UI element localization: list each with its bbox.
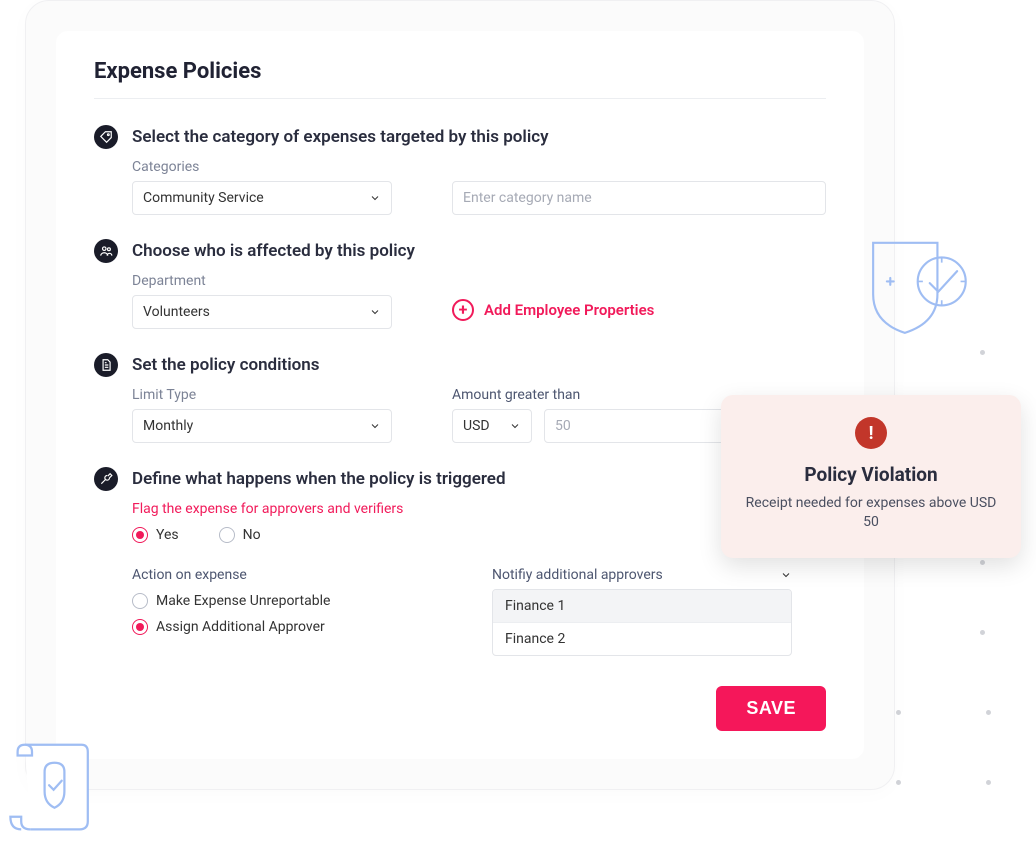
flag-no-radio[interactable]: No [219, 527, 261, 543]
radio-icon [219, 527, 235, 543]
people-icon [94, 239, 118, 263]
warning-icon: ! [855, 417, 887, 449]
radio-icon [132, 593, 148, 609]
section-conditions: Set the policy conditions Limit Type Mon… [94, 355, 826, 443]
wrench-icon [94, 467, 118, 491]
action-label: Action on expense [132, 567, 432, 583]
section-title: Set the policy conditions [132, 355, 826, 375]
currency-dropdown[interactable]: USD [452, 409, 532, 443]
limit-type-label: Limit Type [132, 387, 392, 403]
tag-icon [94, 125, 118, 149]
section-actions: Define what happens when the policy is t… [94, 469, 826, 656]
save-bar: SAVE [94, 686, 826, 731]
categories-label: Categories [132, 159, 392, 175]
department-value: Volunteers [143, 304, 210, 320]
flag-yes-label: Yes [156, 527, 179, 543]
page-title: Expense Policies [94, 59, 826, 84]
action-assign-label: Assign Additional Approver [156, 619, 325, 635]
chevron-down-icon [369, 192, 381, 204]
toast-title: Policy Violation [743, 463, 999, 486]
document-icon [94, 353, 118, 377]
divider [94, 98, 826, 99]
categories-value: Community Service [143, 190, 264, 206]
section-category: Select the category of expenses targeted… [94, 127, 826, 215]
department-label: Department [132, 273, 392, 289]
decorative-dots [896, 710, 996, 790]
radio-selected-icon [132, 527, 148, 543]
chevron-down-icon [509, 420, 521, 432]
chevron-down-icon [369, 420, 381, 432]
section-affected: Choose who is affected by this policy De… [94, 241, 826, 329]
approver-list: Finance 1 Finance 2 [492, 589, 792, 656]
plus-icon: + [452, 299, 474, 321]
policy-violation-toast: ! Policy Violation Receipt needed for ex… [721, 395, 1021, 558]
section-title: Select the category of expenses targeted… [132, 127, 826, 147]
chevron-down-icon [780, 569, 792, 581]
add-employee-label: Add Employee Properties [484, 301, 654, 319]
limit-type-value: Monthly [143, 418, 193, 434]
approver-option[interactable]: Finance 1 [493, 590, 791, 622]
category-name-placeholder: Enter category name [463, 190, 592, 206]
flag-no-label: No [243, 527, 261, 543]
add-employee-properties-button[interactable]: + Add Employee Properties [452, 299, 826, 321]
approver-option[interactable]: Finance 2 [493, 622, 791, 655]
amount-placeholder: 50 [555, 418, 571, 434]
save-button[interactable]: SAVE [716, 686, 826, 731]
section-title: Choose who is affected by this policy [132, 241, 826, 261]
action-assign-radio[interactable]: Assign Additional Approver [132, 619, 432, 635]
categories-dropdown[interactable]: Community Service [132, 181, 392, 215]
shield-decoration-icon [856, 230, 976, 350]
department-dropdown[interactable]: Volunteers [132, 295, 392, 329]
chevron-down-icon [369, 306, 381, 318]
limit-type-dropdown[interactable]: Monthly [132, 409, 392, 443]
currency-value: USD [463, 418, 490, 434]
radio-selected-icon [132, 619, 148, 635]
action-unreportable-label: Make Expense Unreportable [156, 593, 330, 609]
toast-message: Receipt needed for expenses above USD 50 [743, 494, 999, 532]
notify-approvers-dropdown[interactable]: Notifiy additional approvers [492, 567, 792, 583]
notify-label: Notifiy additional approvers [492, 567, 663, 583]
category-name-input[interactable]: Enter category name [452, 181, 826, 215]
scroll-decoration-icon [5, 735, 95, 840]
action-unreportable-radio[interactable]: Make Expense Unreportable [132, 593, 432, 609]
flag-yes-radio[interactable]: Yes [132, 527, 179, 543]
